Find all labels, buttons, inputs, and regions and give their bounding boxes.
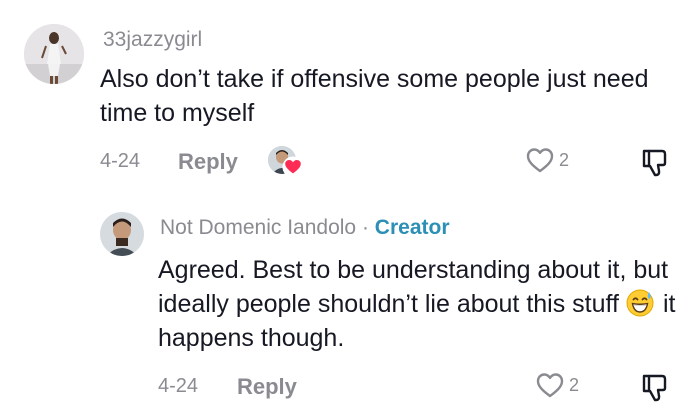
like-icon	[525, 146, 555, 174]
comment-text-part: Agreed. Best to be understanding about i…	[158, 256, 669, 318]
comment-date: 4-24	[158, 375, 199, 397]
comment-username[interactable]: Not Domenic Iandolo	[160, 216, 356, 239]
like-button[interactable]: 2	[535, 371, 579, 399]
creator-badge: Creator	[374, 216, 450, 239]
comment-text: Also don’t take if offensive some people…	[100, 65, 649, 127]
avatar[interactable]	[24, 24, 84, 84]
reply-button[interactable]: Reply	[237, 374, 297, 400]
reply-username-line: Not Domenic Iandolo · Creator	[160, 216, 450, 240]
comments-thread: 33jazzygirl Also don’t take if offensive…	[0, 0, 700, 419]
dislike-icon[interactable]	[640, 372, 670, 404]
comment-text: Agreed. Best to be understanding about i…	[158, 253, 688, 355]
reply-button[interactable]: Reply	[178, 149, 238, 175]
like-count: 2	[569, 374, 580, 395]
separator: ·	[361, 216, 369, 239]
grinning-sweat-emoji	[625, 288, 655, 318]
comment-date: 4-24	[100, 150, 141, 172]
like-button[interactable]: 2	[525, 146, 569, 174]
like-count: 2	[559, 149, 570, 170]
liked-by-creator-badge	[268, 146, 304, 180]
avatar[interactable]	[100, 212, 144, 256]
like-icon	[535, 371, 565, 399]
dislike-icon[interactable]	[640, 147, 670, 179]
comment-username[interactable]: 33jazzygirl	[103, 28, 202, 52]
heart-icon	[282, 156, 304, 178]
